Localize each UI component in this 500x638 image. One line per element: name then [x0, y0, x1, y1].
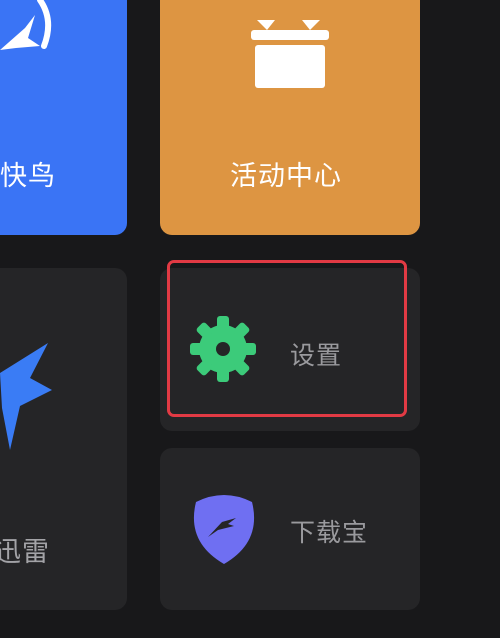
app-grid: { "tiles": { "kuainiao": { "label": "快鸟"…	[0, 0, 500, 638]
activity-center-label: 活动中心	[230, 161, 342, 192]
highlight-box	[167, 260, 407, 417]
tile-xunlei[interactable]: 迅雷	[0, 268, 127, 610]
xunlei-bird-icon	[0, 343, 52, 450]
download-shield-icon	[193, 495, 255, 564]
kuainiao-label: 快鸟	[0, 161, 56, 192]
tile-kuainiao[interactable]: 快鸟	[0, 0, 127, 235]
download-treasure-label: 下载宝	[290, 518, 369, 547]
kuainiao-bird-icon	[0, 0, 52, 50]
gift-icon	[251, 20, 329, 88]
tile-activity-center[interactable]: 活动中心	[160, 0, 420, 235]
tile-download-treasure[interactable]: 下载宝	[160, 448, 420, 610]
xunlei-label: 迅雷	[0, 537, 50, 568]
